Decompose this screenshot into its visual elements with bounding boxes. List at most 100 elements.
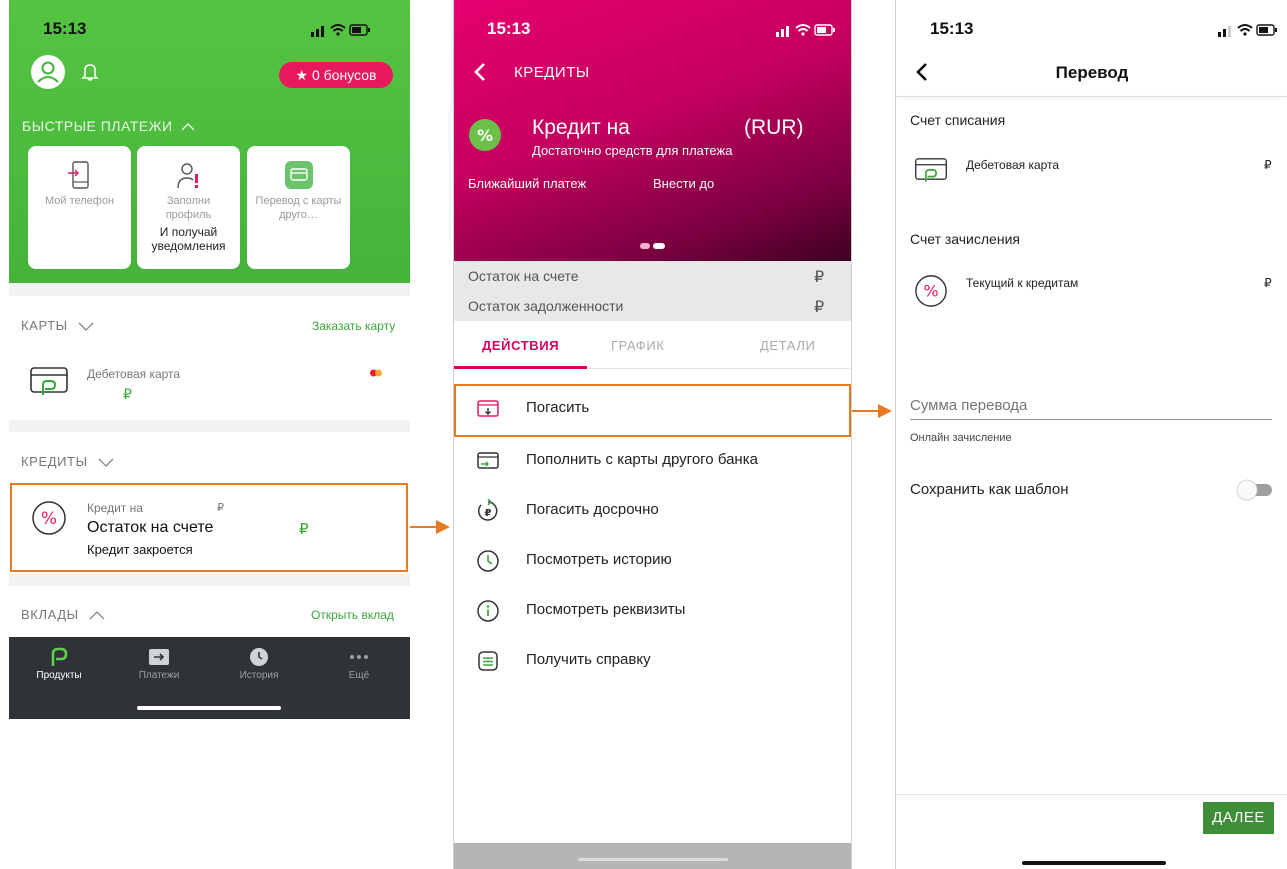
info-icon bbox=[476, 599, 500, 623]
svg-text:%: % bbox=[41, 509, 57, 529]
debt-balance-label: Остаток задолженности bbox=[468, 298, 624, 314]
debit-currency: ₽ bbox=[1264, 158, 1272, 172]
document-icon bbox=[476, 649, 500, 673]
account-balance-label: Остаток на счете bbox=[468, 268, 579, 284]
early-repay-icon: ₽ bbox=[476, 499, 500, 523]
page-dots bbox=[640, 242, 666, 250]
avatar-icon[interactable] bbox=[29, 53, 67, 91]
next-payment-label: Ближайший платеж bbox=[468, 176, 587, 191]
debit-card-name: Дебетовая карта bbox=[966, 158, 1060, 172]
svg-text:%: % bbox=[477, 126, 493, 145]
page-title: Перевод bbox=[1055, 63, 1129, 82]
pay-until-label: Внести до bbox=[653, 176, 715, 191]
credit-title: Кредит на bbox=[87, 501, 143, 515]
tab-actions[interactable]: ДЕЙСТВИЯ bbox=[482, 338, 559, 353]
action-requisites[interactable]: Посмотреть реквизиты bbox=[454, 586, 851, 636]
action-certificate[interactable]: Получить справку bbox=[454, 636, 851, 686]
credit-closing-note: Кредит закроется bbox=[87, 542, 193, 557]
bonus-badge[interactable]: ★ 0 бонусов bbox=[279, 62, 393, 88]
debt-balance-currency: ₽ bbox=[814, 299, 825, 316]
quick-card-fill-profile[interactable]: Заполни профиль И получай уведомления bbox=[137, 146, 240, 269]
credit-account-label: Счет зачисления bbox=[910, 231, 1020, 247]
active-tab-underline bbox=[454, 366, 587, 369]
action-topup-card[interactable]: Пополнить с карты другого банка bbox=[454, 436, 851, 486]
action-early-repay[interactable]: ₽ Погасить досрочно bbox=[454, 486, 851, 536]
status-time: 15:13 bbox=[43, 19, 87, 38]
back-chevron-icon[interactable] bbox=[474, 62, 486, 82]
credit-balance-label: Остаток на счете bbox=[87, 519, 214, 536]
percent-icon: % bbox=[914, 274, 948, 308]
percent-icon: % bbox=[31, 500, 67, 536]
debit-card-icon bbox=[29, 364, 69, 396]
card-transfer-icon bbox=[284, 160, 314, 190]
credit-currency: ₽ bbox=[1264, 276, 1272, 290]
back-title[interactable]: КРЕДИТЫ bbox=[514, 64, 590, 81]
nav-products[interactable]: Продукты bbox=[19, 647, 99, 681]
action-history[interactable]: Посмотреть историю bbox=[454, 536, 851, 586]
repay-highlight bbox=[454, 384, 851, 437]
quick-card-transfer[interactable]: Перевод с карты друго… bbox=[247, 146, 350, 269]
arrow-head-icon bbox=[878, 404, 892, 418]
open-deposit-link[interactable]: Открыть вклад bbox=[311, 608, 394, 622]
transfer-screen: 15:13 Перевод Счет списания Дебетовая ка… bbox=[895, 0, 1287, 869]
debit-account-row[interactable]: Дебетовая карта ₽ bbox=[896, 146, 1287, 196]
profile-icon bbox=[174, 160, 204, 190]
amount-input[interactable] bbox=[910, 392, 1272, 420]
svg-text:%: % bbox=[923, 282, 938, 301]
nav-history[interactable]: История bbox=[219, 647, 299, 681]
credit-account-row[interactable]: % Текущий к кредитам ₽ bbox=[896, 266, 1287, 316]
chevron-up-icon bbox=[89, 611, 105, 620]
status-icons bbox=[311, 23, 371, 37]
account-balance-currency: ₽ bbox=[814, 269, 825, 286]
svg-text:₽: ₽ bbox=[485, 508, 492, 519]
credit-title: Кредит на bbox=[532, 116, 630, 139]
save-template-toggle[interactable] bbox=[1236, 479, 1274, 501]
debit-card-icon bbox=[914, 154, 948, 184]
nav-more[interactable]: Ещё bbox=[319, 647, 399, 681]
clock-icon bbox=[476, 549, 500, 573]
products-icon bbox=[48, 647, 70, 667]
credit-balance-currency: ₽ bbox=[299, 521, 309, 538]
cards-section-title[interactable]: КАРТЫ bbox=[21, 318, 94, 333]
currency-code: (RUR) bbox=[744, 116, 804, 139]
tab-schedule[interactable]: ГРАФИК bbox=[611, 338, 664, 353]
topup-card-icon bbox=[476, 449, 500, 473]
payments-icon bbox=[148, 647, 170, 667]
bottom-bar bbox=[454, 843, 851, 869]
debit-account-label: Счет списания bbox=[910, 112, 1006, 128]
header-divider bbox=[896, 96, 1287, 97]
save-template-label: Сохранить как шаблон bbox=[910, 481, 1069, 498]
quick-card-my-phone[interactable]: Мой телефон bbox=[28, 146, 131, 269]
next-button[interactable]: ДАЛЕЕ bbox=[1203, 802, 1274, 834]
products-screen: 15:13 ★ 0 бонусов БЫСТРЫЕ ПЛАТЕЖИ Мой те… bbox=[9, 0, 410, 719]
nav-payments[interactable]: Платежи bbox=[119, 647, 199, 681]
arrow-head-icon bbox=[436, 520, 450, 534]
order-card-link[interactable]: Заказать карту bbox=[312, 319, 395, 333]
debit-card-currency: ₽ bbox=[123, 386, 132, 402]
debit-card-name[interactable]: Дебетовая карта bbox=[87, 367, 180, 381]
chevron-down-icon bbox=[98, 458, 114, 467]
status-time: 15:13 bbox=[487, 19, 531, 38]
cards-section bbox=[9, 296, 410, 420]
credits-section-title[interactable]: КРЕДИТЫ bbox=[21, 454, 114, 469]
more-icon bbox=[348, 647, 370, 667]
status-icons bbox=[776, 23, 836, 37]
bell-icon[interactable] bbox=[81, 62, 99, 82]
credit-account-name: Текущий к кредитам bbox=[966, 276, 1079, 290]
phone-icon bbox=[65, 160, 95, 190]
mastercard-logo-icon bbox=[369, 369, 383, 377]
quick-payments-title[interactable]: БЫСТРЫЕ ПЛАТЕЖИ bbox=[22, 118, 195, 134]
credit-title-currency: ₽ bbox=[217, 502, 224, 514]
sufficient-funds-note: Достаточно средств для платежа bbox=[532, 143, 733, 158]
home-indicator bbox=[137, 706, 281, 710]
credit-screen: 15:13 КРЕДИТЫ % Кредит на (RUR) Достаточ… bbox=[453, 0, 852, 869]
deposits-section-title[interactable]: ВКЛАДЫ bbox=[21, 607, 105, 622]
chevron-up-icon bbox=[181, 123, 195, 131]
home-indicator bbox=[1022, 861, 1166, 865]
status-icons bbox=[1218, 23, 1278, 37]
tab-details[interactable]: ДЕТАЛИ bbox=[760, 338, 815, 353]
credit-percent-icon: % bbox=[468, 118, 502, 152]
footer-divider bbox=[896, 794, 1287, 795]
history-icon bbox=[248, 647, 270, 667]
chevron-down-icon bbox=[78, 322, 94, 331]
